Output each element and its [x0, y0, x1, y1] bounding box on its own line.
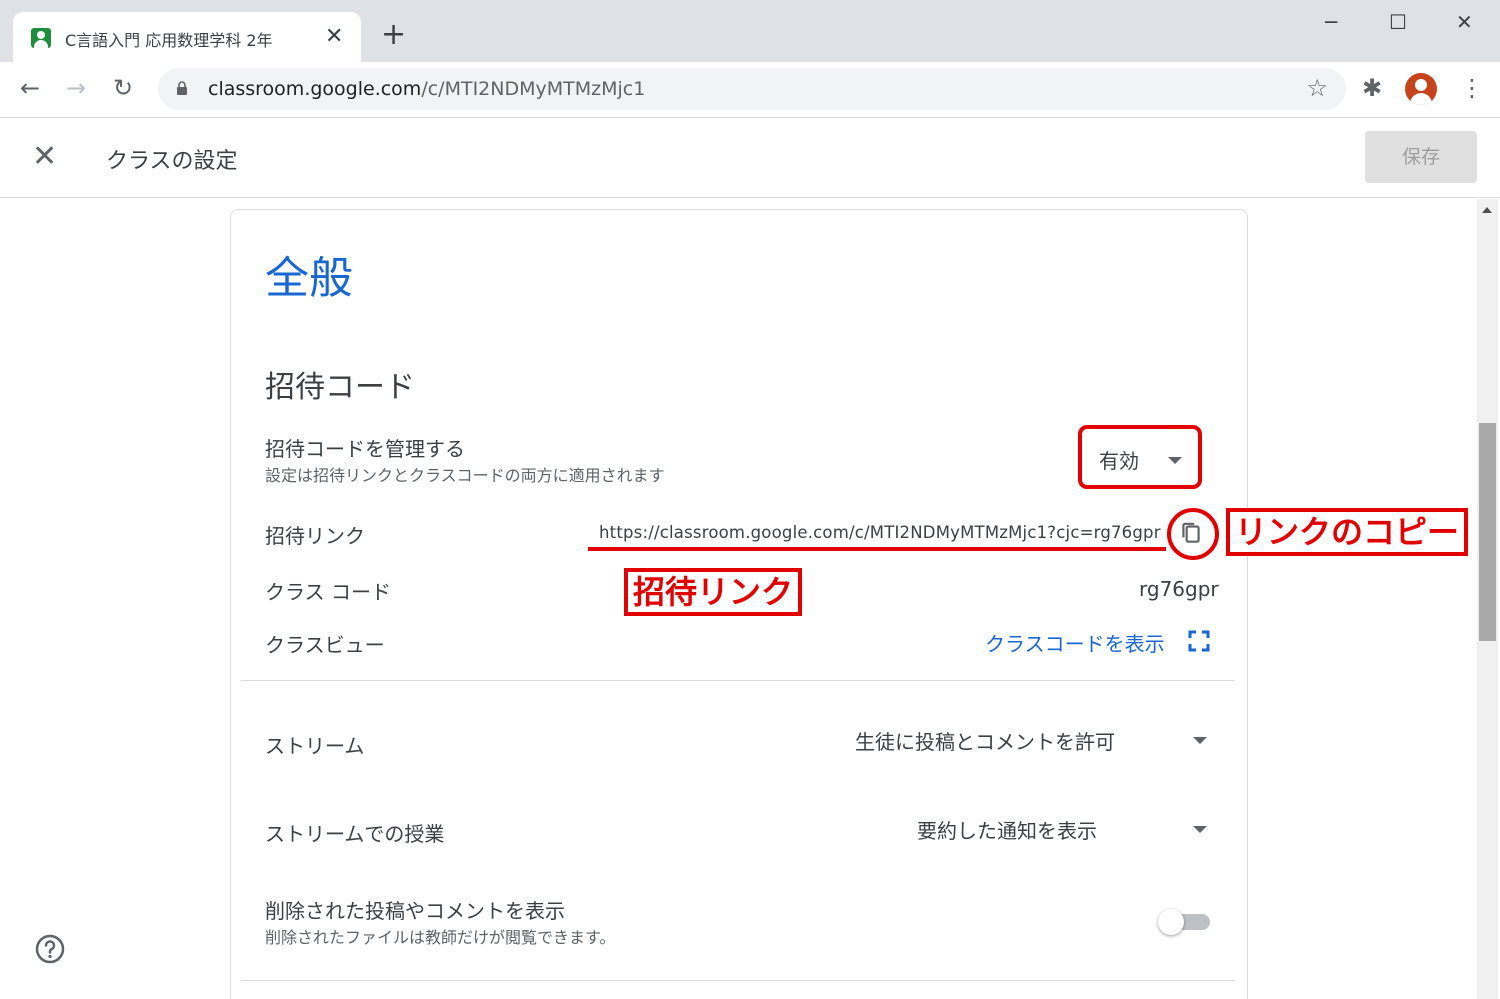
close-settings-icon[interactable]: ✕ — [32, 140, 57, 174]
bookmark-star-icon[interactable]: ☆ — [1306, 74, 1328, 102]
annotation-underline-invite-link — [588, 547, 1166, 551]
back-icon[interactable]: ← — [20, 74, 40, 102]
page-title: クラスの設定 — [106, 149, 238, 174]
invite-code-heading: 招待コード — [265, 370, 415, 405]
url-path: /c/MTI2NDMyMTMzMjc1 — [421, 78, 646, 100]
settings-header: ✕ クラスの設定 保存 — [0, 118, 1500, 198]
annotation-box-invite-select — [1078, 425, 1202, 489]
show-deleted-sub: 削除されたファイルは教師だけが閲覧できます。 — [265, 928, 616, 947]
lock-icon[interactable] — [176, 81, 188, 95]
tab-title: C言語入門 応用数理学科 2年 — [65, 31, 273, 50]
classwork-on-stream-select-value[interactable]: 要約した通知を表示 — [917, 815, 1097, 844]
new-tab-button[interactable]: + — [381, 20, 406, 50]
stream-label: ストリーム — [265, 734, 365, 758]
class-code-label: クラス コード — [265, 580, 391, 604]
address-bar[interactable]: classroom.google.com/c/MTI2NDMyMTMzMjc1 … — [158, 68, 1346, 110]
help-icon[interactable] — [34, 933, 66, 965]
section-divider-bottom — [241, 980, 1235, 981]
browser-tab[interactable]: C言語入門 応用数理学科 2年 ✕ — [13, 12, 361, 62]
extensions-icon[interactable]: ✱ — [1362, 74, 1382, 102]
invite-link-label: 招待リンク — [265, 524, 365, 548]
browser-toolbar: ← → ↻ classroom.google.com/c/MTI2NDMyMTM… — [0, 62, 1500, 118]
minimize-icon[interactable]: ─ — [1325, 10, 1337, 34]
tab-close-icon[interactable]: ✕ — [325, 24, 343, 50]
invite-link-value[interactable]: https://classroom.google.com/c/MTI2NDMyM… — [599, 523, 1161, 542]
scroll-up-arrow-icon[interactable] — [1482, 207, 1492, 213]
annotation-label-copy-link: リンクのコピー — [1226, 508, 1469, 556]
show-deleted-label: 削除された投稿やコメントを表示 — [265, 899, 565, 923]
section-divider — [241, 680, 1235, 681]
classwork-on-stream-label: ストリームでの授業 — [265, 822, 445, 846]
classwork-chevron-down-icon[interactable] — [1193, 826, 1207, 833]
annotation-circle-copy — [1167, 508, 1219, 560]
stream-chevron-down-icon[interactable] — [1193, 737, 1207, 744]
classroom-favicon-icon — [31, 28, 51, 48]
url-text: classroom.google.com/c/MTI2NDMyMTMzMjc1 — [208, 78, 645, 100]
scrollbar[interactable] — [1477, 199, 1498, 999]
window-close-icon[interactable]: ✕ — [1456, 10, 1473, 34]
stream-select-value[interactable]: 生徒に投稿とコメントを許可 — [855, 726, 1115, 755]
manage-invite-code-sub: 設定は招待リンクとクラスコードの両方に適用されます — [265, 466, 665, 485]
fullscreen-icon[interactable] — [1188, 630, 1210, 652]
maximize-icon[interactable]: ☐ — [1389, 10, 1407, 34]
toggle-knob — [1158, 909, 1184, 935]
section-title-general: 全般 — [265, 253, 353, 304]
browser-menu-icon[interactable]: ⋮ — [1460, 74, 1484, 102]
url-host: classroom.google.com — [208, 78, 422, 100]
manage-invite-code-label: 招待コードを管理する — [265, 437, 465, 461]
profile-avatar[interactable] — [1405, 73, 1437, 105]
class-view-label: クラスビュー — [265, 633, 385, 657]
forward-icon[interactable]: → — [66, 74, 86, 102]
reload-icon[interactable]: ↻ — [113, 74, 133, 102]
show-class-code-link[interactable]: クラスコードを表示 — [985, 628, 1165, 657]
annotation-label-invite-link: 招待リンク — [624, 568, 803, 616]
browser-tab-strip: C言語入門 応用数理学科 2年 ✕ + ─ ☐ ✕ — [0, 0, 1500, 62]
class-code-value: rg76gpr — [1139, 577, 1219, 601]
scrollbar-thumb[interactable] — [1479, 423, 1496, 641]
show-deleted-toggle[interactable] — [1158, 906, 1210, 936]
save-button[interactable]: 保存 — [1365, 131, 1477, 183]
